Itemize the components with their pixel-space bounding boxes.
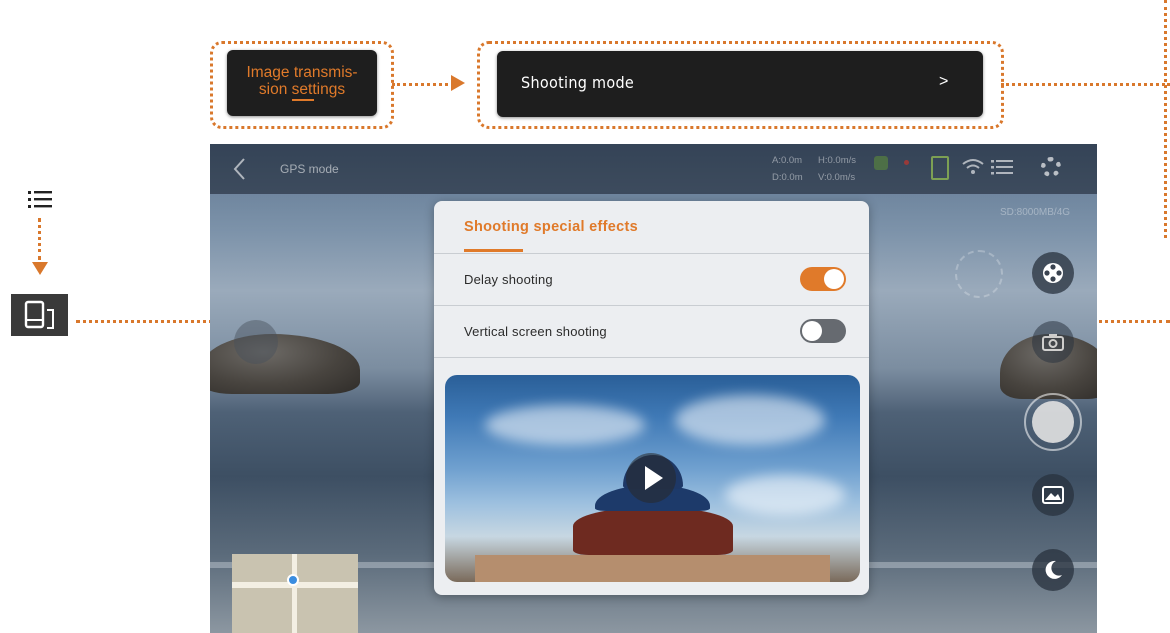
telemetry-vertical-speed: V:0.0m/s — [818, 172, 856, 183]
list-menu-button[interactable] — [991, 159, 1013, 180]
temple-base — [475, 555, 830, 582]
mini-map[interactable] — [232, 554, 358, 633]
satellite-icon — [874, 156, 888, 170]
cloud-shape — [675, 395, 825, 445]
temple-tier — [573, 507, 733, 555]
active-underline — [292, 99, 314, 101]
status-dot-icon — [904, 160, 909, 165]
image-transmission-settings-button[interactable]: Image transmis- sion settings — [227, 50, 377, 116]
vertical-screen-icon — [11, 294, 68, 336]
cloud-shape — [725, 475, 845, 515]
camera-screen: GPS mode A:0.0m H:0.0m/s D:0.0m V:0.0m/s… — [210, 144, 1097, 633]
image-transmission-settings-label: Image transmis- sion settings — [246, 64, 358, 98]
sd-card-status: SD:8000MB/4G — [1000, 207, 1071, 218]
connector-line — [392, 83, 448, 86]
left-rock — [210, 334, 360, 394]
vertical-screen-shooting-label: Vertical screen shooting — [464, 324, 607, 339]
toggle-knob — [802, 321, 822, 341]
moon-icon — [1045, 560, 1062, 579]
wifi-icon[interactable] — [962, 158, 984, 181]
shooting-effects-panel: Shooting special effects Delay shooting … — [434, 201, 869, 595]
play-button[interactable] — [626, 453, 676, 503]
delay-shooting-toggle[interactable] — [800, 267, 846, 291]
top-bar: GPS mode A:0.0m H:0.0m/s D:0.0m V:0.0m/s — [210, 144, 1097, 194]
play-icon — [645, 466, 663, 490]
delay-shooting-label: Delay shooting — [464, 272, 553, 287]
connector-line-right-vertical — [1164, 0, 1167, 238]
map-location-pin — [287, 574, 299, 586]
toggle-knob — [824, 269, 844, 289]
gps-mode-label: GPS mode — [280, 162, 339, 176]
rotate-lock-icon[interactable] — [955, 250, 1003, 298]
shooting-mode-label: Shooting mode — [521, 73, 635, 92]
film-reel-icon — [1043, 263, 1063, 283]
left-control-button[interactable] — [234, 320, 278, 364]
back-button[interactable] — [230, 156, 250, 182]
connector-arrow-down — [32, 262, 48, 275]
night-mode-button[interactable] — [1032, 549, 1074, 591]
gallery-button[interactable] — [1032, 474, 1074, 516]
chevron-right-icon: > — [939, 73, 949, 90]
divider — [434, 253, 869, 254]
camera-icon — [1042, 334, 1064, 351]
panel-title: Shooting special effects — [464, 219, 638, 235]
connector-line-right — [1001, 83, 1170, 86]
list-menu-icon — [28, 190, 54, 210]
shutter-button[interactable] — [1032, 401, 1074, 443]
film-reel-button[interactable] — [1032, 252, 1074, 294]
divider — [434, 305, 869, 306]
shooting-mode-row[interactable]: Shooting mode > — [497, 51, 983, 117]
gallery-icon — [1042, 486, 1064, 504]
telemetry-altitude: A:0.0m — [772, 155, 803, 166]
map-road — [292, 554, 297, 633]
connector-line-left-vertical — [38, 218, 41, 260]
telemetry-distance: D:0.0m — [772, 172, 803, 183]
gear-icon[interactable] — [1041, 157, 1061, 177]
telemetry-height-speed: H:0.0m/s — [818, 155, 857, 166]
divider — [434, 357, 869, 358]
cloud-shape — [485, 405, 645, 445]
camera-button[interactable] — [1032, 321, 1074, 363]
connector-arrow — [451, 75, 465, 91]
vertical-screen-shooting-toggle[interactable] — [800, 319, 846, 343]
effect-preview-video[interactable] — [445, 375, 860, 582]
battery-icon — [931, 156, 949, 180]
panel-tab-indicator — [464, 249, 523, 252]
